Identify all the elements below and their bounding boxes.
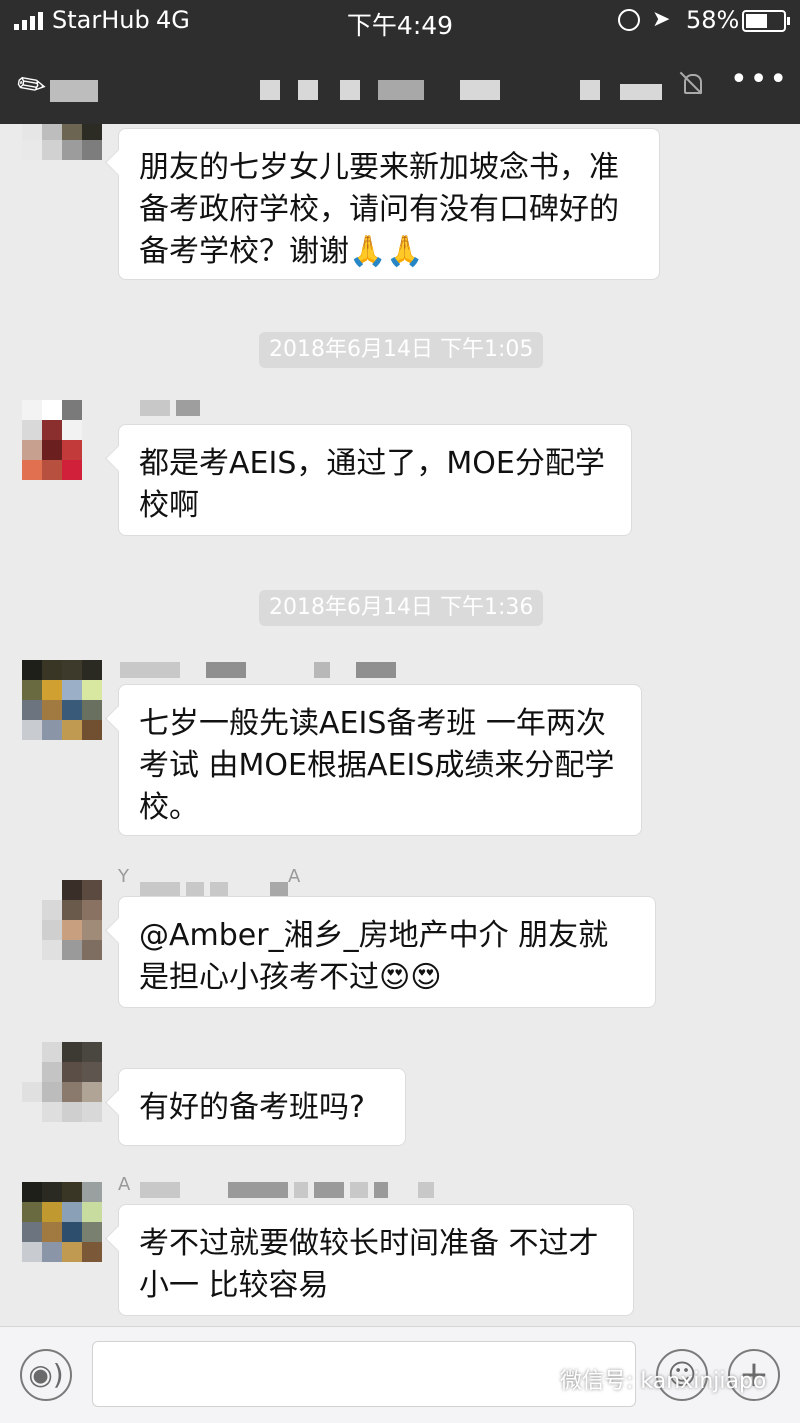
sender-name — [140, 400, 200, 416]
battery-percent: 58% — [686, 6, 740, 34]
avatar[interactable] — [22, 660, 102, 740]
chat-area[interactable]: 朋友的七岁女儿要来新加坡念书，准备考政府学校，请问有没有口碑好的备考学校？谢谢🙏… — [0, 124, 800, 1326]
orientation-lock-icon — [618, 9, 640, 31]
timestamp: 2018年6月14日 下午1:05 — [259, 332, 544, 368]
message-bubble[interactable]: 都是考AEIS，通过了，MOE分配学校啊 — [118, 424, 632, 536]
blurred-title — [298, 80, 318, 100]
more-icon[interactable]: ••• — [730, 62, 789, 97]
pray-emoji: 🙏🙏 — [349, 234, 424, 269]
blurred-title — [620, 84, 662, 100]
avatar[interactable] — [22, 1182, 102, 1262]
blurred-title — [378, 80, 424, 100]
status-bar: StarHub 4G 下午4:49 ➤ 58% — [0, 0, 800, 40]
blurred-title — [460, 80, 500, 100]
avatar[interactable] — [22, 880, 102, 960]
chat-header: ✎ ••• — [0, 40, 800, 124]
message-text: 考不过就要做较长时间准备 不过才小一 比较容易 — [139, 1226, 599, 1303]
clock: 下午4:49 — [346, 11, 454, 40]
blurred-title — [260, 80, 280, 100]
message-bubble[interactable]: 七岁一般先读AEIS备考班 一年两次考试 由MOE根据AEIS成绩来分配学校。 — [118, 684, 642, 836]
heart-eyes-emoji: 😍😍 — [379, 960, 442, 995]
message-text: @Amber_湘乡_房地产中介 朋友就是担心小孩考不过 — [139, 918, 609, 995]
blurred-title — [50, 80, 98, 102]
mute-icon — [678, 70, 704, 96]
battery-icon — [742, 10, 790, 32]
message-bubble[interactable]: 考不过就要做较长时间准备 不过才小一 比较容易 — [118, 1204, 634, 1316]
sender-name — [140, 1182, 434, 1198]
location-icon: ➤ — [652, 7, 671, 32]
sender-initial: Y — [118, 866, 129, 887]
blurred-title — [340, 80, 360, 100]
avatar[interactable] — [22, 400, 102, 480]
blurred-title — [580, 80, 600, 100]
message-bubble[interactable]: 有好的备考班吗? — [118, 1068, 406, 1146]
message-text: 七岁一般先读AEIS备考班 一年两次考试 由MOE根据AEIS成绩来分配学校。 — [139, 706, 615, 825]
message-text: 都是考AEIS，通过了，MOE分配学校啊 — [139, 446, 605, 523]
sender-initial: A — [288, 866, 301, 887]
voice-icon[interactable]: ◉) — [20, 1349, 72, 1401]
back-icon[interactable]: ✎ — [9, 61, 55, 110]
avatar[interactable] — [22, 124, 102, 180]
message-bubble[interactable]: @Amber_湘乡_房地产中介 朋友就是担心小孩考不过😍😍 — [118, 896, 656, 1008]
watermark: 微信号: kanxinjiapo — [560, 1369, 767, 1394]
sender-name — [120, 662, 396, 678]
message-text: 有好的备考班吗? — [139, 1090, 365, 1125]
message-bubble[interactable]: 朋友的七岁女儿要来新加坡念书，准备考政府学校，请问有没有口碑好的备考学校？谢谢🙏… — [118, 128, 660, 280]
timestamp: 2018年6月14日 下午1:36 — [259, 590, 544, 626]
avatar[interactable] — [22, 1042, 102, 1122]
input-bar: ◉) ☺ + 微信号: kanxinjiapo — [0, 1326, 800, 1423]
sender-initial: A — [118, 1174, 131, 1195]
message-input[interactable] — [92, 1341, 636, 1407]
